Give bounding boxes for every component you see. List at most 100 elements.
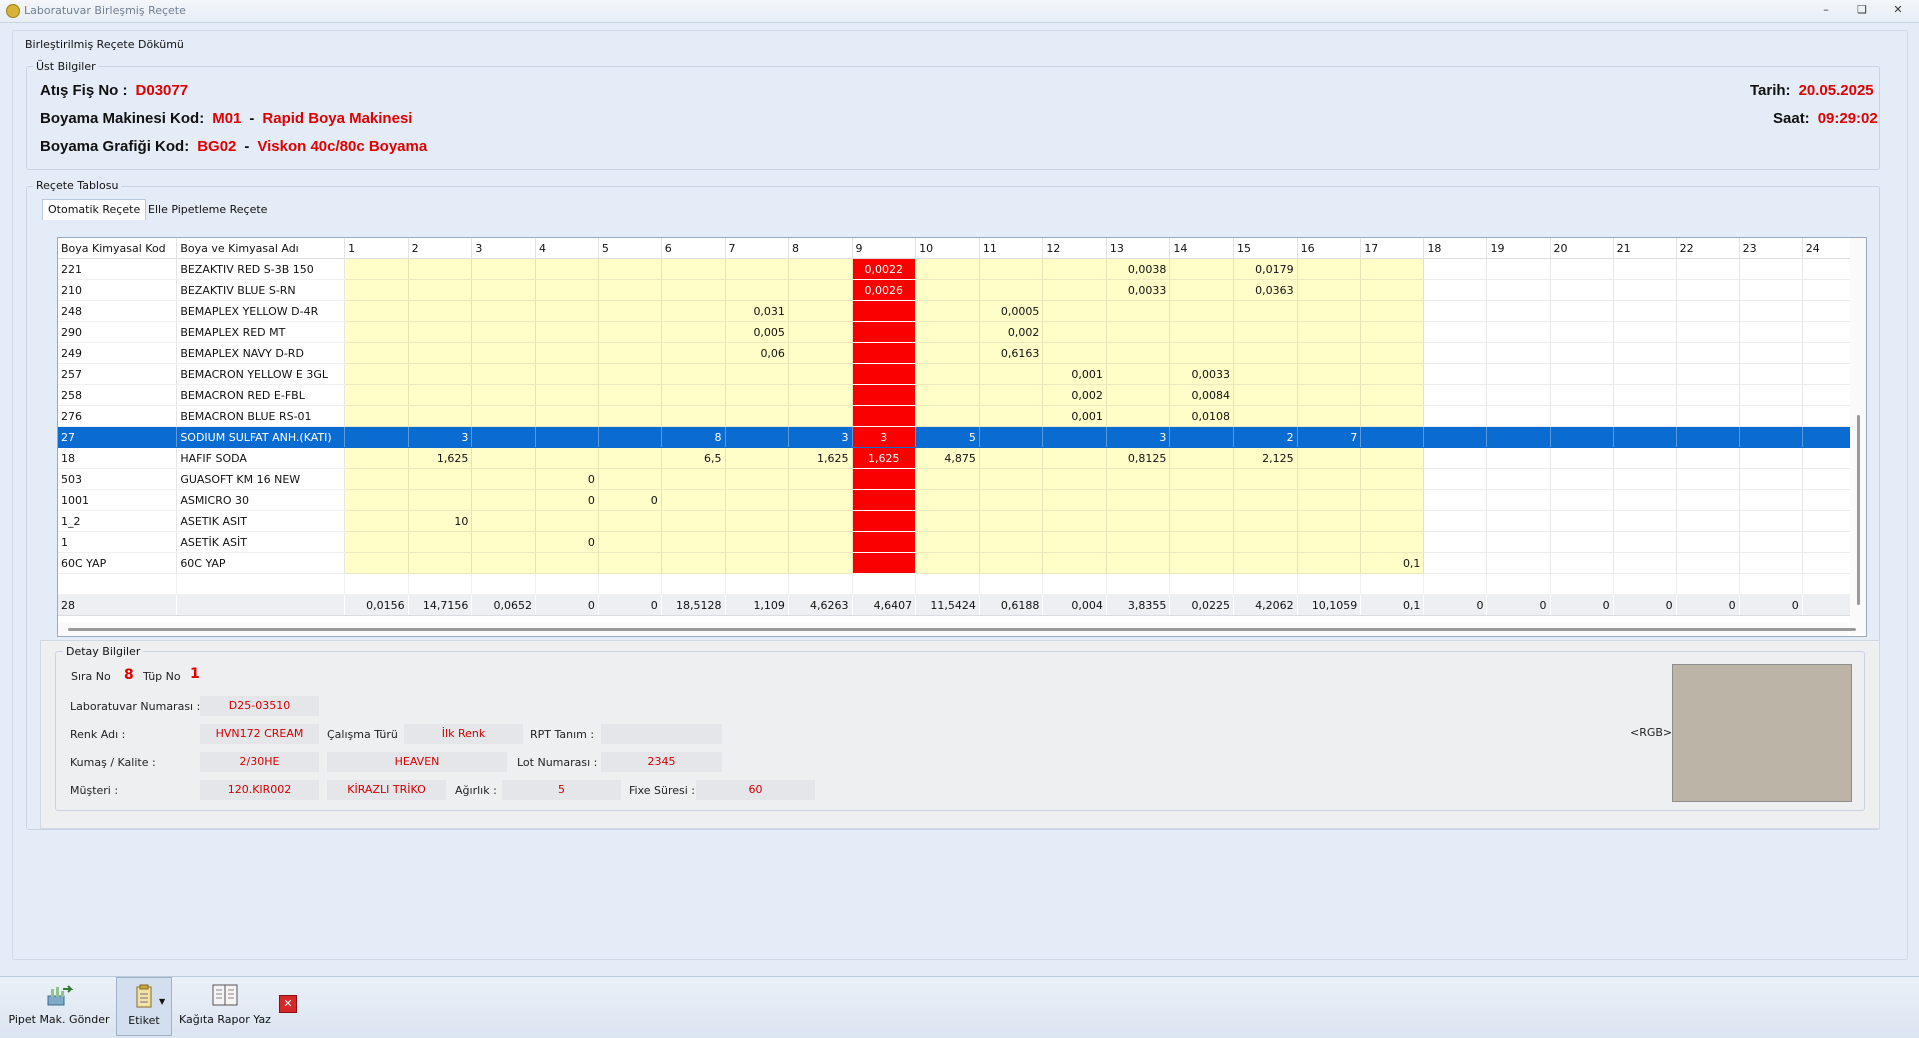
- cell-code[interactable]: 27: [58, 426, 178, 448]
- cell-col-18[interactable]: [1423, 363, 1488, 385]
- cell-name[interactable]: ASMICRO 30: [176, 489, 346, 511]
- cell-col-18[interactable]: [1423, 468, 1488, 490]
- cell-col-20[interactable]: [1550, 300, 1614, 322]
- cell-col-18[interactable]: [1423, 489, 1488, 511]
- column-header-code[interactable]: Boya Kimyasal Kod: [58, 238, 178, 259]
- cell-col-6[interactable]: [661, 552, 726, 574]
- cell-name[interactable]: HAFIF SODA: [176, 447, 346, 469]
- cell-col-19[interactable]: [1486, 258, 1551, 280]
- recipe-grid[interactable]: Boya Kimyasal Kod Boya ve Kimyasal Adı 1 2 3…: [57, 237, 1867, 637]
- cell-col-1[interactable]: [344, 384, 409, 406]
- cell-name[interactable]: SODIUM SULFAT ANH.(KATI): [176, 426, 346, 448]
- cell-col-4[interactable]: 0: [535, 468, 599, 490]
- cell-col-14[interactable]: [1169, 279, 1234, 301]
- cell-col-10[interactable]: [915, 279, 980, 301]
- cell-col-21[interactable]: [1613, 279, 1677, 301]
- cell-col-23[interactable]: [1739, 489, 1803, 511]
- column-header-name[interactable]: Boya ve Kimyasal Adı: [176, 238, 346, 259]
- cell-col-9[interactable]: 3: [852, 426, 917, 448]
- column-header-18[interactable]: 18: [1423, 238, 1488, 259]
- cell-col-21[interactable]: [1613, 489, 1677, 511]
- cell-code[interactable]: 276: [58, 405, 178, 427]
- cell-col-19[interactable]: [1486, 531, 1551, 553]
- cell-col-7[interactable]: [725, 468, 789, 490]
- cell-col-3[interactable]: [471, 468, 536, 490]
- cell-col-7[interactable]: [725, 405, 789, 427]
- cell-col-18[interactable]: [1423, 384, 1488, 406]
- cell-col-10[interactable]: [915, 384, 980, 406]
- cell-col-22[interactable]: [1676, 258, 1740, 280]
- cell-col-11[interactable]: [979, 531, 1044, 553]
- cell-col-19[interactable]: [1486, 426, 1551, 448]
- cell-col-3[interactable]: [471, 510, 536, 532]
- tab-elle-pipetleme-recete[interactable]: Elle Pipetleme Reçete: [143, 200, 272, 220]
- cell-col-6[interactable]: [661, 531, 726, 553]
- cell-col-19[interactable]: [1486, 279, 1551, 301]
- cell-col-22[interactable]: [1676, 510, 1740, 532]
- cell-col-12[interactable]: 0,001: [1042, 405, 1107, 427]
- cell-col-17[interactable]: [1360, 300, 1425, 322]
- cell-col-2[interactable]: 10: [408, 510, 473, 532]
- table-row[interactable]: 210 BEZAKTIV BLUE S-RN 0,0026 0,0033 0,0363: [58, 279, 1867, 301]
- column-header-12[interactable]: 12: [1042, 238, 1107, 259]
- cell-col-21[interactable]: [1613, 384, 1677, 406]
- cell-col-3[interactable]: [471, 426, 536, 448]
- cell-col-14[interactable]: 0,0108: [1169, 405, 1234, 427]
- cell-col-17[interactable]: [1360, 279, 1425, 301]
- cell-name[interactable]: BEMACRON YELLOW E 3GL: [176, 363, 346, 385]
- cell-col-15[interactable]: [1233, 468, 1298, 490]
- cell-col-7[interactable]: [725, 531, 789, 553]
- cell-col-8[interactable]: [788, 531, 853, 553]
- cell-name[interactable]: BEMACRON BLUE RS-01: [176, 405, 346, 427]
- cell-col-13[interactable]: [1106, 489, 1171, 511]
- cell-name[interactable]: BEMAPLEX NAVY D-RD: [176, 342, 346, 364]
- table-row[interactable]: 249 BEMAPLEX NAVY D-RD 0,06 0,6163: [58, 342, 1867, 364]
- cell-col-1[interactable]: [344, 489, 409, 511]
- cell-col-12[interactable]: [1042, 342, 1107, 364]
- cell-col-14[interactable]: [1169, 468, 1234, 490]
- cell-col-7[interactable]: [725, 384, 789, 406]
- cell-col-7[interactable]: 0,005: [725, 321, 789, 343]
- cell-col-21[interactable]: [1613, 447, 1677, 469]
- cell-col-4[interactable]: [535, 384, 599, 406]
- cell-col-17[interactable]: [1360, 531, 1425, 553]
- cell-col-17[interactable]: 0,1: [1360, 552, 1425, 574]
- cell-col-14[interactable]: [1169, 447, 1234, 469]
- cell-col-1[interactable]: [344, 363, 409, 385]
- cell-code[interactable]: 257: [58, 363, 178, 385]
- table-row[interactable]: 221 BEZAKTIV RED S-3B 150 0,0022 0,0038 0,01…: [58, 258, 1867, 280]
- cell-col-23[interactable]: [1739, 531, 1803, 553]
- cell-col-5[interactable]: [598, 552, 662, 574]
- cell-col-19[interactable]: [1486, 321, 1551, 343]
- cell-col-3[interactable]: [471, 405, 536, 427]
- cell-col-15[interactable]: [1233, 531, 1298, 553]
- cell-col-9[interactable]: [852, 321, 917, 343]
- cell-col-7[interactable]: 0,06: [725, 342, 789, 364]
- cell-col-1[interactable]: [344, 426, 409, 448]
- cell-col-21[interactable]: [1613, 342, 1677, 364]
- cell-col-1[interactable]: [344, 510, 409, 532]
- cell-name[interactable]: 60C YAP: [176, 552, 346, 574]
- cell-col-10[interactable]: 5: [915, 426, 980, 448]
- cell-col-20[interactable]: [1550, 258, 1614, 280]
- cell-col-11[interactable]: [979, 258, 1044, 280]
- cell-col-14[interactable]: 0,0084: [1169, 384, 1234, 406]
- cell-col-6[interactable]: 8: [661, 426, 726, 448]
- cell-col-5[interactable]: [598, 321, 662, 343]
- table-row[interactable]: 257 BEMACRON YELLOW E 3GL 0,001 0,0033: [58, 363, 1867, 385]
- cell-col-7[interactable]: [725, 510, 789, 532]
- cell-col-16[interactable]: [1297, 279, 1362, 301]
- cell-col-23[interactable]: [1739, 447, 1803, 469]
- cell-col-2[interactable]: [408, 531, 473, 553]
- cell-code[interactable]: 248: [58, 300, 178, 322]
- cell-col-7[interactable]: [725, 363, 789, 385]
- cell-col-4[interactable]: [535, 510, 599, 532]
- cell-col-15[interactable]: 2,125: [1233, 447, 1298, 469]
- cell-col-19[interactable]: [1486, 447, 1551, 469]
- cell-col-4[interactable]: [535, 342, 599, 364]
- cell-col-20[interactable]: [1550, 531, 1614, 553]
- cell-col-10[interactable]: [915, 405, 980, 427]
- cell-col-9[interactable]: [852, 300, 917, 322]
- cell-col-19[interactable]: [1486, 384, 1551, 406]
- cell-col-4[interactable]: [535, 279, 599, 301]
